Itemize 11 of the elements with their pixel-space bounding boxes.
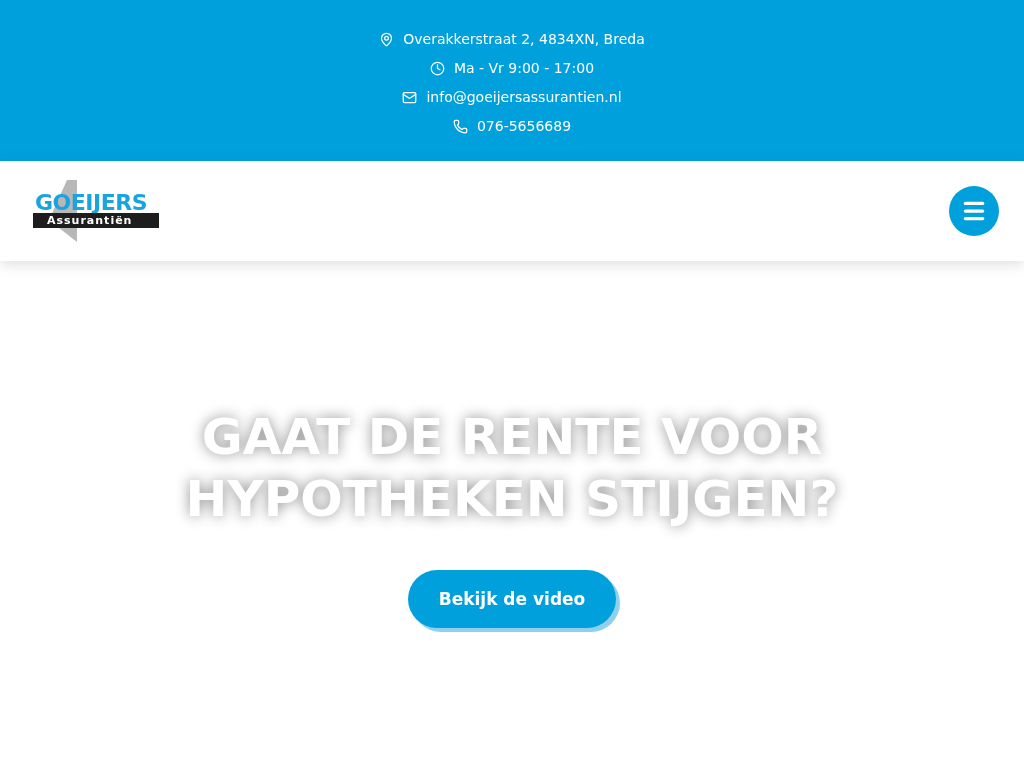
- logo[interactable]: GOEIJERS Assurantiën: [33, 180, 159, 242]
- phone-icon: [452, 118, 468, 134]
- clock-icon: [429, 60, 445, 76]
- contact-text: info@goeijersassurantien.nl: [426, 89, 622, 105]
- location-icon: [379, 31, 395, 47]
- mail-icon: [402, 89, 418, 105]
- contact-text: Overakkerstraat 2, 4834XN, Breda: [403, 31, 645, 47]
- contact-text: Ma - Vr 9:00 - 17:00: [453, 60, 595, 76]
- menu-button[interactable]: [949, 186, 999, 236]
- hero-title: GAAT DE RENTE VOOR HYPOTHEKEN STIJGEN?: [182, 407, 841, 530]
- contact-text: 076-5656689: [476, 118, 572, 134]
